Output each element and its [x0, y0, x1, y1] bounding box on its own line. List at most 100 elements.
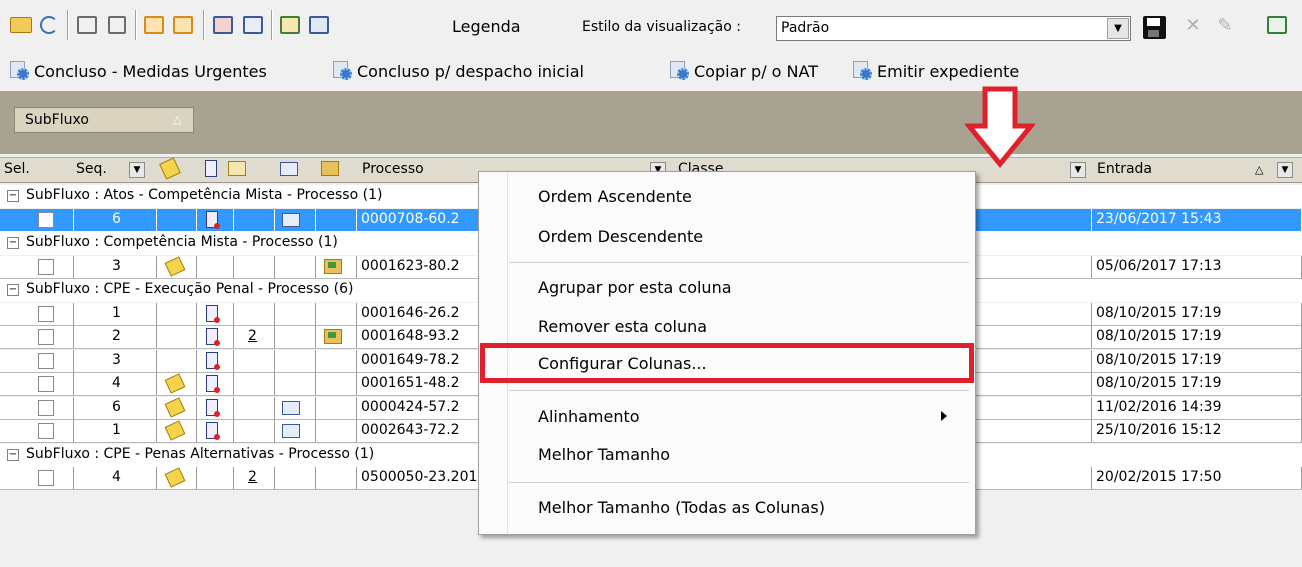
collapse-icon[interactable]: − [7, 284, 19, 296]
note-icon[interactable] [164, 373, 186, 394]
collapse-icon[interactable]: − [7, 190, 19, 202]
select-checkbox[interactable] [38, 376, 54, 392]
document-icon[interactable] [206, 304, 220, 323]
window-icon[interactable] [104, 12, 130, 38]
grid-cell [316, 373, 357, 396]
header-processo[interactable]: Processo [362, 161, 424, 177]
grid-cell [234, 420, 275, 443]
grid-cell: 4 [74, 373, 157, 396]
select-checkbox[interactable] [38, 399, 54, 416]
process-icon[interactable] [210, 12, 236, 38]
action-copiar-nat[interactable]: Copiar p/ o NAT [670, 61, 818, 81]
edit-icon[interactable]: ✎ [1212, 12, 1238, 38]
grid-cell [157, 255, 197, 279]
pair-icon[interactable] [282, 400, 300, 415]
document-icon[interactable] [206, 398, 220, 417]
chevron-down-icon[interactable]: ▼ [1107, 18, 1129, 39]
note-icon[interactable] [164, 255, 186, 277]
menu-remover-coluna[interactable]: Remover esta coluna [538, 317, 707, 336]
select-checkbox[interactable] [38, 352, 54, 369]
note-icon[interactable] [164, 396, 186, 418]
document-icon[interactable] [206, 422, 220, 440]
menu-melhor-tamanho-todas[interactable]: Melhor Tamanho (Todas as Colunas) [538, 498, 825, 517]
menu-ordem-descendente[interactable]: Ordem Descendente [538, 227, 703, 246]
open-folder-icon[interactable] [8, 12, 34, 38]
note-icon[interactable] [164, 420, 186, 441]
document-icon[interactable] [206, 328, 220, 346]
cell-processo[interactable]: 0002643-72.2 [361, 422, 460, 438]
cell-processo[interactable]: 0000708-60.2 [361, 211, 460, 227]
sort-asc-icon: △ [1255, 163, 1264, 176]
legend-button[interactable]: Legenda [452, 17, 521, 36]
folder-icon[interactable] [324, 258, 342, 274]
entrada-filter-dropdown[interactable]: ▼ [1277, 162, 1293, 178]
group-chip-label: SubFluxo [25, 112, 89, 128]
cell-processo[interactable]: 0001651-48.2 [361, 375, 460, 391]
cell-processo[interactable]: 0001649-78.2 [361, 352, 460, 368]
seq-filter-dropdown[interactable]: ▼ [129, 162, 145, 178]
grid-cell [316, 467, 357, 490]
pair-icon[interactable] [282, 212, 300, 227]
action-concluso-urgentes[interactable]: Concluso - Medidas Urgentes [10, 61, 267, 81]
header-seq[interactable]: Seq. [76, 161, 107, 177]
select-all-icon[interactable] [74, 12, 100, 38]
select-checkbox[interactable] [38, 211, 54, 228]
search-process-icon[interactable] [240, 12, 266, 38]
document-icon[interactable] [206, 375, 220, 393]
view-doc-icon[interactable] [306, 12, 332, 38]
collapse-icon[interactable]: − [7, 448, 19, 461]
select-checkbox[interactable] [38, 470, 54, 486]
cell-processo[interactable]: 0000424-57.2 [361, 399, 460, 415]
cell-count[interactable]: 2 [248, 469, 257, 485]
menu-agrupar-coluna[interactable]: Agrupar por esta coluna [538, 278, 732, 297]
cell-count[interactable]: 2 [248, 328, 257, 344]
document-icon[interactable] [205, 160, 217, 177]
menu-alinhamento[interactable]: Alinhamento [538, 407, 640, 426]
grid-cell [275, 467, 316, 490]
grid-cell [197, 326, 234, 349]
menu-melhor-tamanho[interactable]: Melhor Tamanho [538, 445, 670, 464]
people-icon[interactable] [228, 161, 246, 176]
edit-doc-icon[interactable] [277, 12, 303, 38]
export-icon[interactable] [1264, 12, 1290, 38]
grid-cell [157, 420, 197, 443]
cell-processo[interactable]: 0001623-80.2 [361, 258, 460, 274]
folder-icon[interactable] [321, 161, 339, 176]
grid-cell [0, 467, 74, 490]
group-chip-subfluxo[interactable]: SubFluxo △ [14, 107, 194, 133]
collapse-icon[interactable]: − [7, 237, 19, 249]
toolbar: Legenda Estilo da visualização : Padrão … [0, 0, 1302, 54]
paste-icon[interactable] [170, 12, 196, 38]
cell-processo[interactable]: 0001648-93.2 [361, 328, 460, 344]
document-icon[interactable] [206, 210, 220, 229]
note-icon[interactable] [164, 467, 186, 488]
refresh-icon[interactable] [36, 12, 62, 38]
style-label: Estilo da visualização : [582, 19, 741, 35]
select-checkbox[interactable] [38, 423, 54, 439]
header-entrada[interactable]: Entrada [1097, 161, 1152, 177]
gear-icon [670, 61, 690, 81]
select-checkbox[interactable] [38, 258, 54, 275]
action-emitir-expediente[interactable]: Emitir expediente [853, 61, 1019, 81]
cell-processo[interactable]: 0001646-26.2 [361, 305, 460, 321]
style-select[interactable]: Padrão ▼ [776, 16, 1131, 41]
copy-icon[interactable] [141, 12, 167, 38]
select-checkbox[interactable] [38, 329, 54, 345]
pair-icon[interactable] [280, 162, 298, 176]
action-concluso-despacho[interactable]: Concluso p/ despacho inicial [333, 61, 584, 81]
grid-cell [275, 302, 316, 326]
cell-seq: 1 [112, 304, 121, 321]
document-icon[interactable] [206, 351, 220, 370]
save-icon[interactable] [1143, 16, 1166, 39]
grid-cell [275, 208, 316, 232]
folder-icon[interactable] [324, 329, 342, 344]
select-checkbox[interactable] [38, 305, 54, 322]
close-icon[interactable]: ✕ [1180, 12, 1206, 38]
menu-ordem-ascendente[interactable]: Ordem Ascendente [538, 187, 692, 206]
classe-filter-dropdown[interactable]: ▼ [1070, 162, 1086, 178]
pair-icon[interactable] [282, 424, 300, 438]
note-icon[interactable] [159, 157, 181, 180]
grid-cell: 25/10/2016 15:12 [1092, 420, 1302, 443]
header-sel[interactable]: Sel. [4, 161, 30, 177]
sort-asc-icon: △ [173, 113, 182, 126]
